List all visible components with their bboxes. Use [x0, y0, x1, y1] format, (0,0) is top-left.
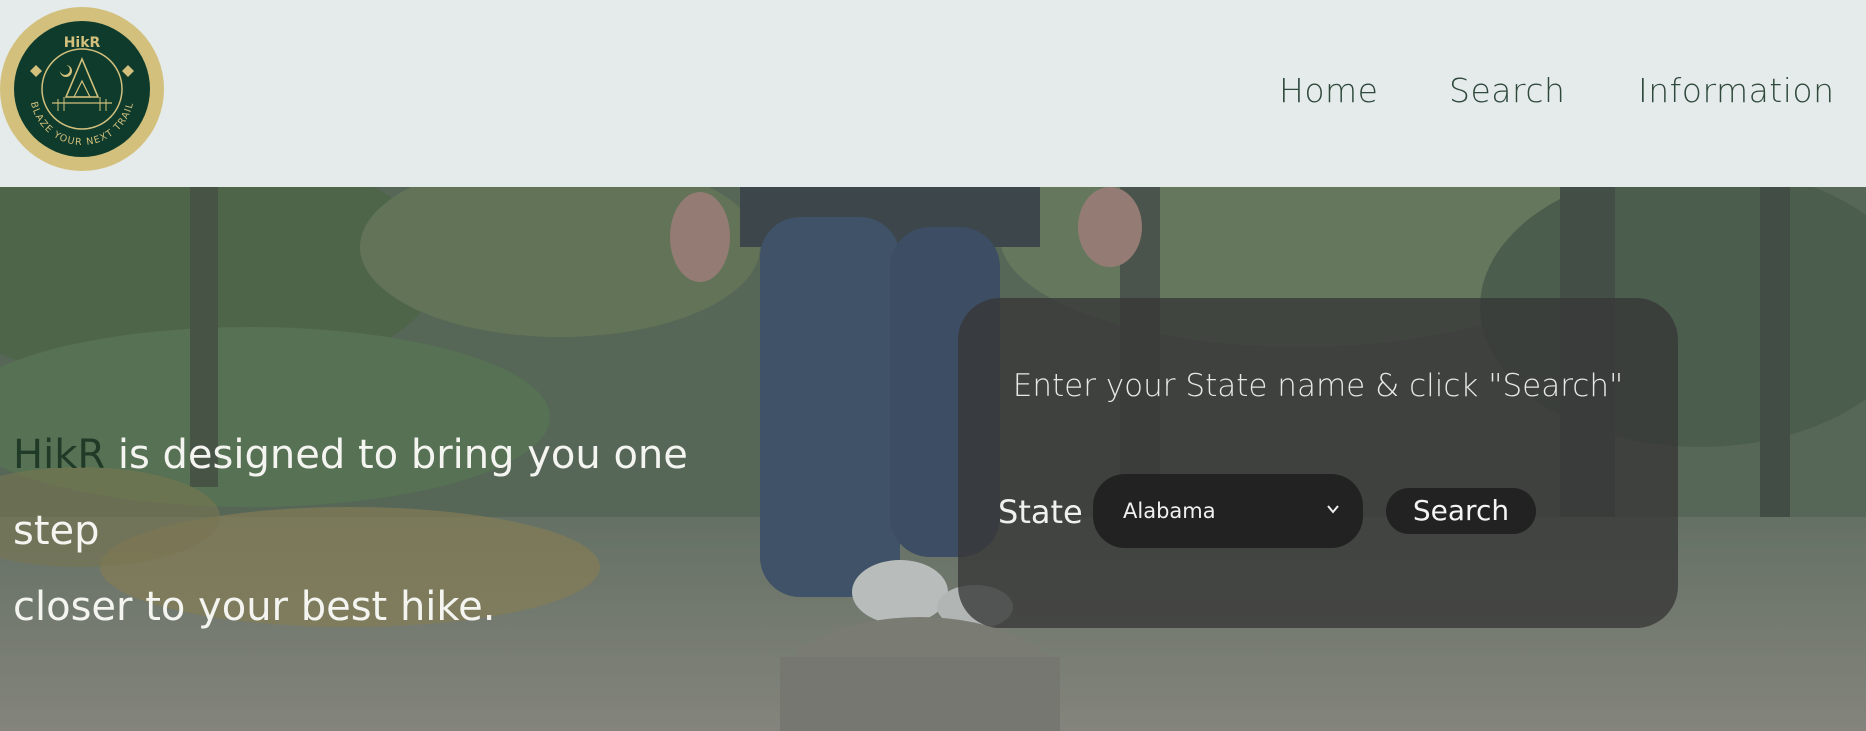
nav-information-link[interactable]: Information	[1638, 66, 1835, 116]
logo-brand: HikR	[64, 35, 101, 51]
hero-section: HikR is designed to bring you one step c…	[0, 187, 1866, 731]
state-select-value: Alabama	[1123, 499, 1216, 523]
search-instruction: Enter your State name & click "Search"	[1012, 368, 1624, 404]
tagline-line2: closer to your best hike.	[13, 584, 496, 630]
state-select[interactable]: Alabama	[1093, 474, 1363, 548]
nav-home-link[interactable]: Home	[1279, 66, 1378, 116]
hero-tagline: HikR is designed to bring you one step c…	[13, 417, 773, 645]
state-label: State	[998, 493, 1083, 531]
main-nav: Home Search Information	[0, 66, 1866, 116]
tagline-brand: HikR	[13, 432, 106, 478]
nav-search-link[interactable]: Search	[1449, 66, 1565, 116]
search-button[interactable]: Search	[1386, 488, 1536, 534]
site-header: BLAZE YOUR NEXT TRAIL HikR Home Search I…	[0, 0, 1866, 187]
state-search-card: Enter your State name & click "Search" S…	[958, 298, 1678, 628]
tagline-line1: is designed to bring you one step	[13, 432, 688, 554]
chevron-down-icon	[1327, 505, 1339, 514]
